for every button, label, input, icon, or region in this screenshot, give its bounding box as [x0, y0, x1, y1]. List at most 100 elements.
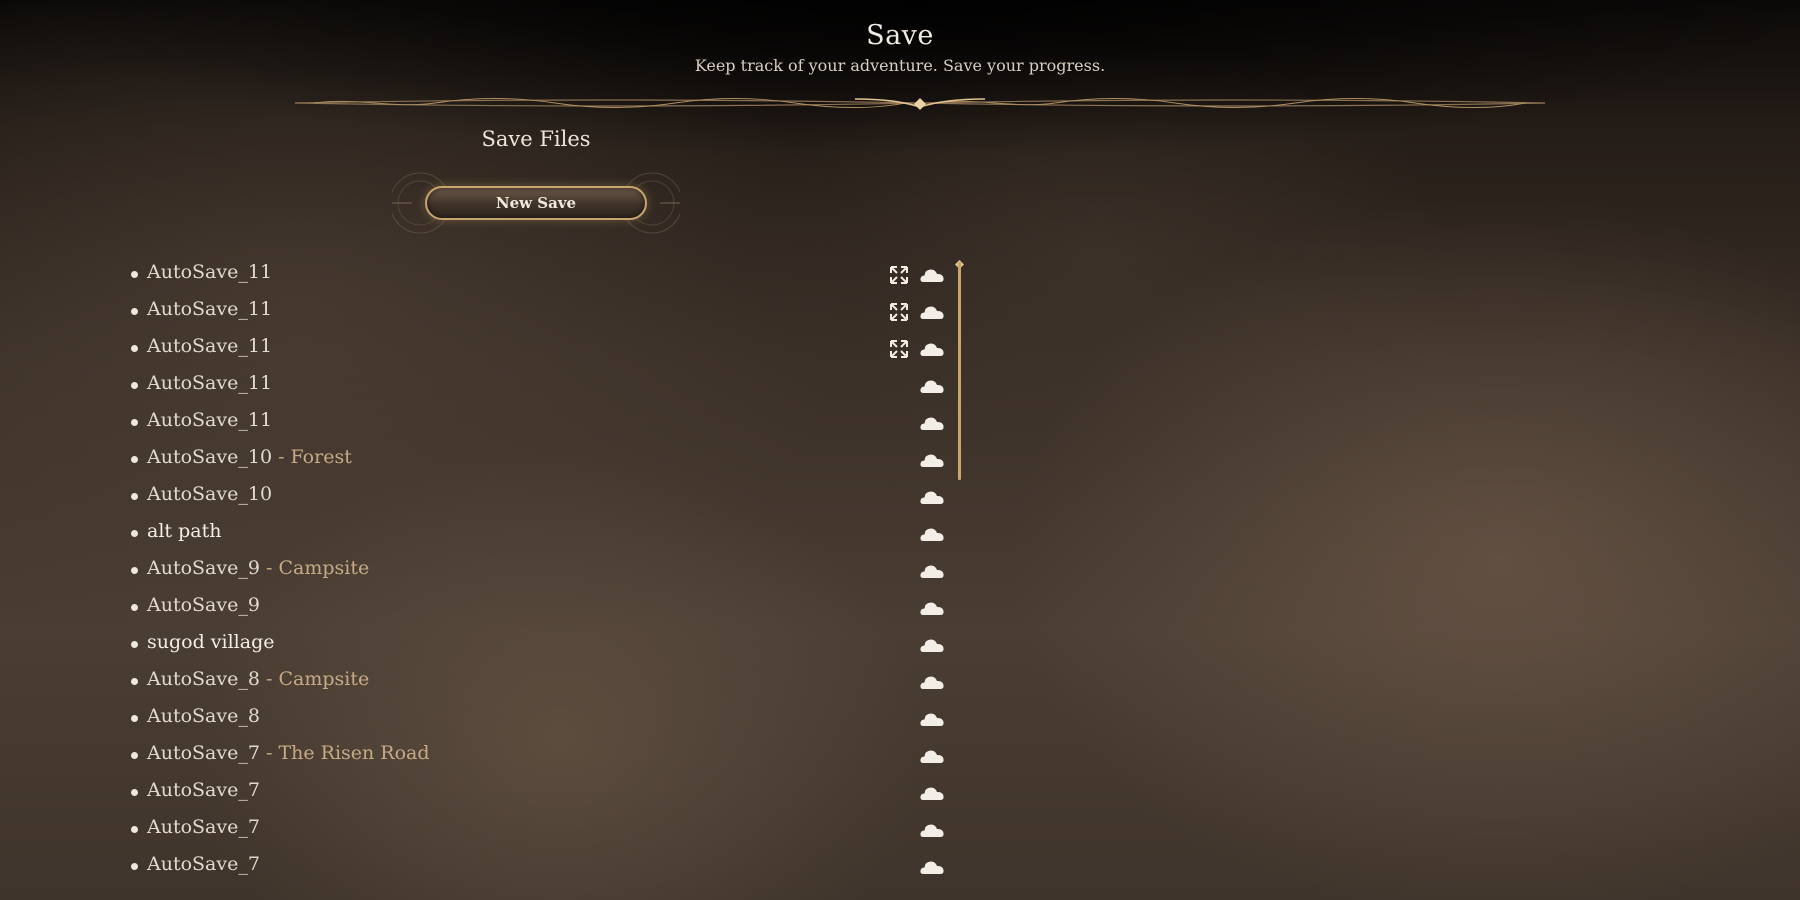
save-file-name: AutoSave_7 — [147, 816, 260, 838]
bullet-icon — [131, 308, 138, 315]
bullet-icon — [131, 345, 138, 352]
bullet-icon — [131, 493, 138, 500]
save-file-name: AutoSave_10 — [147, 483, 272, 505]
cloud-sync-icon — [920, 528, 944, 541]
save-file-row[interactable]: AutoSave_11 — [128, 294, 958, 331]
page-title: Save — [866, 20, 934, 51]
cloud-sync-icon — [920, 380, 944, 393]
save-file-row[interactable]: AutoSave_7 — [128, 849, 958, 886]
cloud-sync-icon — [920, 824, 944, 837]
bullet-icon — [131, 752, 138, 759]
bullet-icon — [131, 530, 138, 537]
bullet-icon — [131, 419, 138, 426]
cloud-sync-icon — [920, 306, 944, 319]
save-file-row[interactable]: AutoSave_7 — [128, 775, 958, 812]
save-file-row[interactable]: alt path — [128, 516, 958, 553]
save-file-name: AutoSave_8 - Campsite — [147, 668, 369, 690]
bullet-icon — [131, 826, 138, 833]
cloud-sync-icon — [920, 491, 944, 504]
cloud-sync-icon — [920, 861, 944, 874]
save-file-location: - Campsite — [259, 557, 370, 579]
save-file-title: AutoSave_10 — [147, 446, 273, 468]
bullet-icon — [131, 271, 138, 278]
cloud-sync-icon — [920, 454, 944, 467]
save-file-row[interactable]: AutoSave_11 — [128, 257, 958, 294]
save-file-row[interactable]: AutoSave_7 - The Risen Road — [128, 738, 958, 775]
save-file-location: - Campsite — [259, 668, 370, 690]
save-file-title: alt path — [147, 520, 222, 542]
save-file-row[interactable]: AutoSave_10 - Forest — [128, 442, 958, 479]
save-file-title: AutoSave_8 — [147, 668, 260, 690]
save-file-row[interactable]: sugod village — [128, 627, 958, 664]
new-save-button[interactable]: New Save — [425, 186, 647, 220]
save-file-name: AutoSave_7 — [147, 853, 260, 875]
save-file-title: AutoSave_7 — [147, 742, 260, 764]
save-file-title: AutoSave_7 — [147, 779, 260, 801]
bullet-icon — [131, 604, 138, 611]
save-files-heading: Save Files — [481, 127, 591, 151]
save-file-title: AutoSave_11 — [147, 298, 273, 320]
bullet-icon — [131, 789, 138, 796]
expand-arrows-icon[interactable] — [890, 340, 908, 358]
bullet-icon — [131, 456, 138, 463]
save-file-location: - The Risen Road — [259, 742, 430, 764]
save-file-title: AutoSave_9 — [147, 557, 260, 579]
cloud-sync-icon — [920, 565, 944, 578]
save-file-name: AutoSave_11 — [147, 372, 272, 394]
save-file-list: AutoSave_11 AutoSave_11 AutoSave_11 AutoSav… — [128, 257, 958, 886]
cloud-sync-icon — [920, 713, 944, 726]
save-file-row[interactable]: AutoSave_11 — [128, 331, 958, 368]
save-file-title: AutoSave_7 — [147, 853, 260, 875]
save-file-row[interactable]: AutoSave_9 - Campsite — [128, 553, 958, 590]
cloud-sync-icon — [920, 417, 944, 430]
save-file-row[interactable]: AutoSave_11 — [128, 368, 958, 405]
bullet-icon — [131, 678, 138, 685]
page-subtitle: Keep track of your adventure. Save your … — [694, 56, 1106, 75]
new-save-frame: New Save — [392, 168, 680, 238]
bullet-icon — [131, 641, 138, 648]
list-scrollbar[interactable] — [958, 262, 961, 480]
cloud-sync-icon — [920, 343, 944, 356]
save-file-title: AutoSave_7 — [147, 816, 260, 838]
save-file-name: AutoSave_11 — [147, 298, 272, 320]
save-file-row[interactable]: AutoSave_8 - Campsite — [128, 664, 958, 701]
cloud-sync-icon — [920, 639, 944, 652]
save-file-name: AutoSave_7 - The Risen Road — [147, 742, 430, 764]
save-file-title: sugod village — [147, 631, 275, 653]
save-file-row[interactable]: AutoSave_10 — [128, 479, 958, 516]
bullet-icon — [131, 567, 138, 574]
cloud-sync-icon — [920, 676, 944, 689]
cloud-sync-icon — [920, 787, 944, 800]
cloud-sync-icon — [920, 602, 944, 615]
save-file-row[interactable]: AutoSave_11 — [128, 405, 958, 442]
bullet-icon — [131, 863, 138, 870]
header-divider-ornament — [295, 98, 1545, 110]
save-file-row[interactable]: AutoSave_9 — [128, 590, 958, 627]
save-file-name: AutoSave_11 — [147, 409, 272, 431]
expand-arrows-icon[interactable] — [890, 303, 908, 321]
save-file-name: AutoSave_8 — [147, 705, 260, 727]
page-header: Save Keep track of your adventure. Save … — [0, 18, 1800, 75]
save-file-title: AutoSave_8 — [147, 705, 260, 727]
save-file-title: AutoSave_11 — [147, 372, 273, 394]
cloud-sync-icon — [920, 269, 944, 282]
save-file-name: AutoSave_9 - Campsite — [147, 557, 369, 579]
save-file-location: - Forest — [272, 446, 352, 468]
bullet-icon — [131, 715, 138, 722]
save-file-title: AutoSave_11 — [147, 261, 273, 283]
cloud-sync-icon — [920, 750, 944, 763]
save-file-name: alt path — [147, 520, 221, 542]
save-file-name: AutoSave_11 — [147, 261, 272, 283]
save-file-name: AutoSave_11 — [147, 335, 272, 357]
save-file-title: AutoSave_11 — [147, 335, 273, 357]
save-file-name: AutoSave_10 - Forest — [147, 446, 352, 468]
save-file-title: AutoSave_10 — [147, 483, 273, 505]
save-file-name: AutoSave_9 — [147, 594, 260, 616]
save-file-row[interactable]: AutoSave_7 — [128, 812, 958, 849]
bullet-icon — [131, 382, 138, 389]
save-file-row[interactable]: AutoSave_8 — [128, 701, 958, 738]
save-file-name: AutoSave_7 — [147, 779, 260, 801]
save-file-title: AutoSave_11 — [147, 409, 273, 431]
expand-arrows-icon[interactable] — [890, 266, 908, 284]
save-file-title: AutoSave_9 — [147, 594, 260, 616]
